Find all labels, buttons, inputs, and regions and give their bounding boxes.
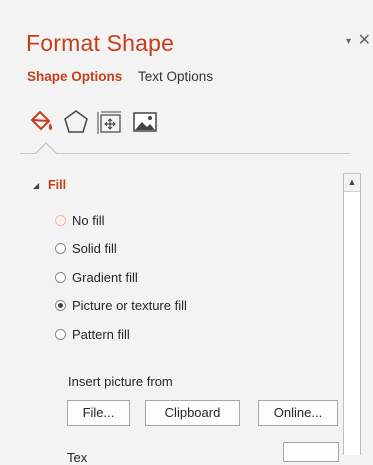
tab-text-options[interactable]: Text Options: [138, 69, 213, 84]
clipboard-button[interactable]: Clipboard: [145, 400, 240, 426]
scroll-thumb[interactable]: [344, 191, 360, 455]
vertical-scrollbar[interactable]: ▲: [343, 173, 361, 455]
picture-icon[interactable]: [130, 107, 160, 137]
task-pane-options-icon[interactable]: ▾: [346, 36, 351, 47]
fill-line-icon[interactable]: [27, 107, 57, 137]
tab-shape-options[interactable]: Shape Options: [27, 69, 122, 84]
radio-label: Gradient fill: [72, 270, 138, 285]
radio-button[interactable]: [55, 272, 66, 283]
radio-button[interactable]: [55, 215, 66, 226]
effects-icon[interactable]: [61, 107, 91, 137]
radio-label: Picture or texture fill: [72, 298, 187, 313]
texture-label: Tex: [67, 450, 88, 465]
size-properties-icon[interactable]: [95, 107, 125, 137]
fill-content: Fill ◢ No fill Solid fill Gradient fill …: [0, 154, 361, 465]
online-button[interactable]: Online...: [258, 400, 338, 426]
pane-title: Format Shape: [26, 30, 175, 56]
radio-button[interactable]: [55, 329, 66, 340]
radio-button-selected[interactable]: [55, 300, 66, 311]
radio-label: Solid fill: [72, 241, 117, 256]
radio-button[interactable]: [55, 243, 66, 254]
close-icon[interactable]: ✕: [358, 30, 371, 50]
file-button[interactable]: File...: [67, 400, 130, 426]
radio-label: Pattern fill: [72, 327, 130, 342]
scroll-up-icon[interactable]: ▲: [344, 174, 360, 190]
insert-picture-label: Insert picture from: [68, 374, 173, 389]
format-shape-header: Format Shape ▾ ✕ Shape Options Text Opti…: [0, 0, 373, 150]
radio-label: No fill: [72, 213, 105, 228]
collapse-triangle-icon[interactable]: ◢: [33, 181, 39, 190]
options-tabs: Shape Options Text Options: [27, 69, 225, 84]
fill-section-title: Fill: [48, 178, 67, 192]
texture-dropdown[interactable]: [283, 442, 339, 462]
active-tab-pointer-inner: [36, 144, 56, 154]
